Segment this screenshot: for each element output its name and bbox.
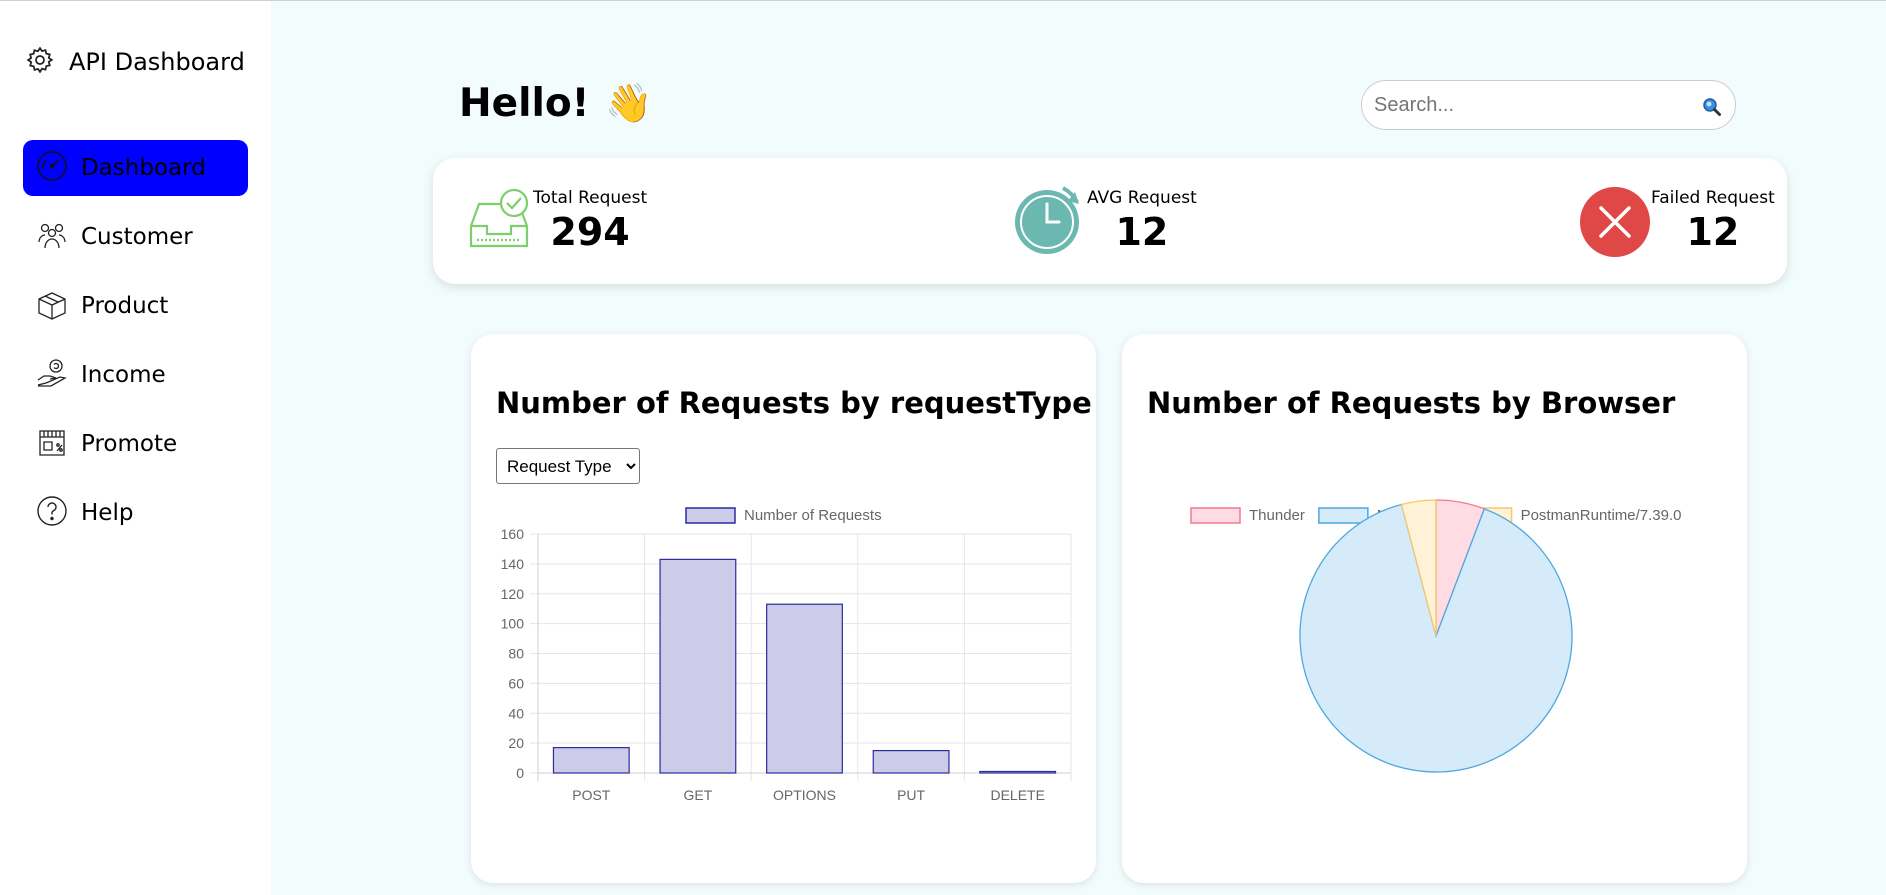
sidebar-item-label: Income [81, 362, 166, 388]
legend-label: PostmanRuntime/7.39.0 [1521, 507, 1682, 524]
legend-swatch [1318, 507, 1369, 524]
stats-card: Total Request 294 AVG Request 12 Failed … [433, 158, 1787, 284]
sidebar-item-label: Promote [81, 431, 178, 457]
speedometer-icon [35, 149, 81, 187]
search-box [1361, 80, 1736, 130]
stat-value: 12 [1115, 210, 1169, 254]
brand-title: API Dashboard [69, 48, 245, 76]
sidebar-item-product[interactable]: Product [23, 278, 248, 334]
clock-icon [1013, 182, 1085, 260]
y-tick-label: 80 [508, 646, 524, 662]
bar-get [659, 558, 737, 774]
stat-total-requests: Total Request 294 [467, 186, 647, 256]
stat-avg-requests: AVG Request 12 [1013, 182, 1197, 260]
y-tick-label: 100 [501, 616, 525, 632]
gear-icon [25, 45, 55, 79]
y-tick-label: 140 [501, 556, 525, 572]
sidebar-item-help[interactable]: Help [23, 485, 248, 541]
bar-delete [979, 770, 1057, 774]
sidebar-item-label: Customer [81, 224, 193, 250]
y-tick-label: 60 [508, 675, 524, 691]
y-tick-label: 0 [516, 765, 524, 781]
question-icon [35, 494, 81, 532]
pie-chart: ThunderMozilla/5.0PostmanRuntime/7.39.0 [1190, 499, 1682, 773]
sidebar-item-label: Product [81, 293, 169, 319]
sidebar-item-dashboard[interactable]: Dashboard [23, 140, 248, 196]
bar-chart: Number of Requests 0 20 40 60 80 100 120 140 160 P… [501, 507, 1072, 803]
x-tick-label: DELETE [990, 787, 1044, 803]
legend-label: Number of Requests [744, 507, 882, 524]
users-icon [35, 218, 81, 256]
page-title: Hello! 👋 [459, 81, 653, 126]
brand[interactable]: API Dashboard [25, 45, 245, 79]
stat-failed-requests: Failed Request 12 [1579, 186, 1775, 262]
bar-post [552, 747, 630, 774]
sidebar-item-label: Dashboard [81, 155, 206, 181]
search-input[interactable] [1374, 91, 1694, 119]
y-tick-label: 120 [501, 586, 525, 602]
y-tick-label: 160 [501, 526, 525, 542]
stat-label: Total Request [533, 188, 648, 208]
hand-coin-icon [35, 356, 81, 394]
legend-label: Thunder [1249, 507, 1305, 524]
stat-value: 12 [1686, 210, 1740, 254]
sidebar-item-promote[interactable]: Promote [23, 416, 248, 472]
stat-label: Failed Request [1651, 188, 1775, 208]
error-x-icon [1579, 186, 1651, 262]
greeting-text: Hello! [459, 81, 590, 126]
x-tick-label: OPTIONS [773, 787, 836, 803]
store-icon [35, 425, 81, 463]
browser-chart-card: Number of Requests by Browser ThunderMoz… [1122, 334, 1747, 883]
main-content: Hello! 👋 Total [271, 1, 1886, 895]
x-tick-label: PUT [897, 787, 925, 803]
bar-put [872, 749, 950, 774]
bar-options [766, 603, 843, 774]
waving-hand-icon: 👋 [605, 81, 653, 125]
sidebar-item-customer[interactable]: Customer [23, 209, 248, 265]
y-tick-label: 20 [508, 735, 524, 751]
request-type-chart-card: Number of Requests by requestType Reques… [471, 334, 1096, 883]
sidebar-item-label: Help [81, 500, 134, 526]
sidebar-nav: Dashboard Customer Product Income Promot… [23, 140, 248, 554]
legend-swatch [685, 507, 736, 524]
sidebar-item-income[interactable]: Income [23, 347, 248, 403]
x-tick-label: GET [684, 787, 713, 803]
stat-label: AVG Request [1087, 188, 1197, 208]
legend-swatch [1190, 507, 1241, 524]
stat-value: 294 [550, 210, 630, 254]
x-tick-label: POST [572, 787, 611, 803]
sidebar: API Dashboard Dashboard Customer Product… [0, 1, 271, 895]
y-tick-label: 40 [508, 705, 524, 721]
inbox-check-icon [467, 186, 531, 256]
search-icon[interactable] [1701, 96, 1723, 118]
box-icon [35, 287, 81, 325]
